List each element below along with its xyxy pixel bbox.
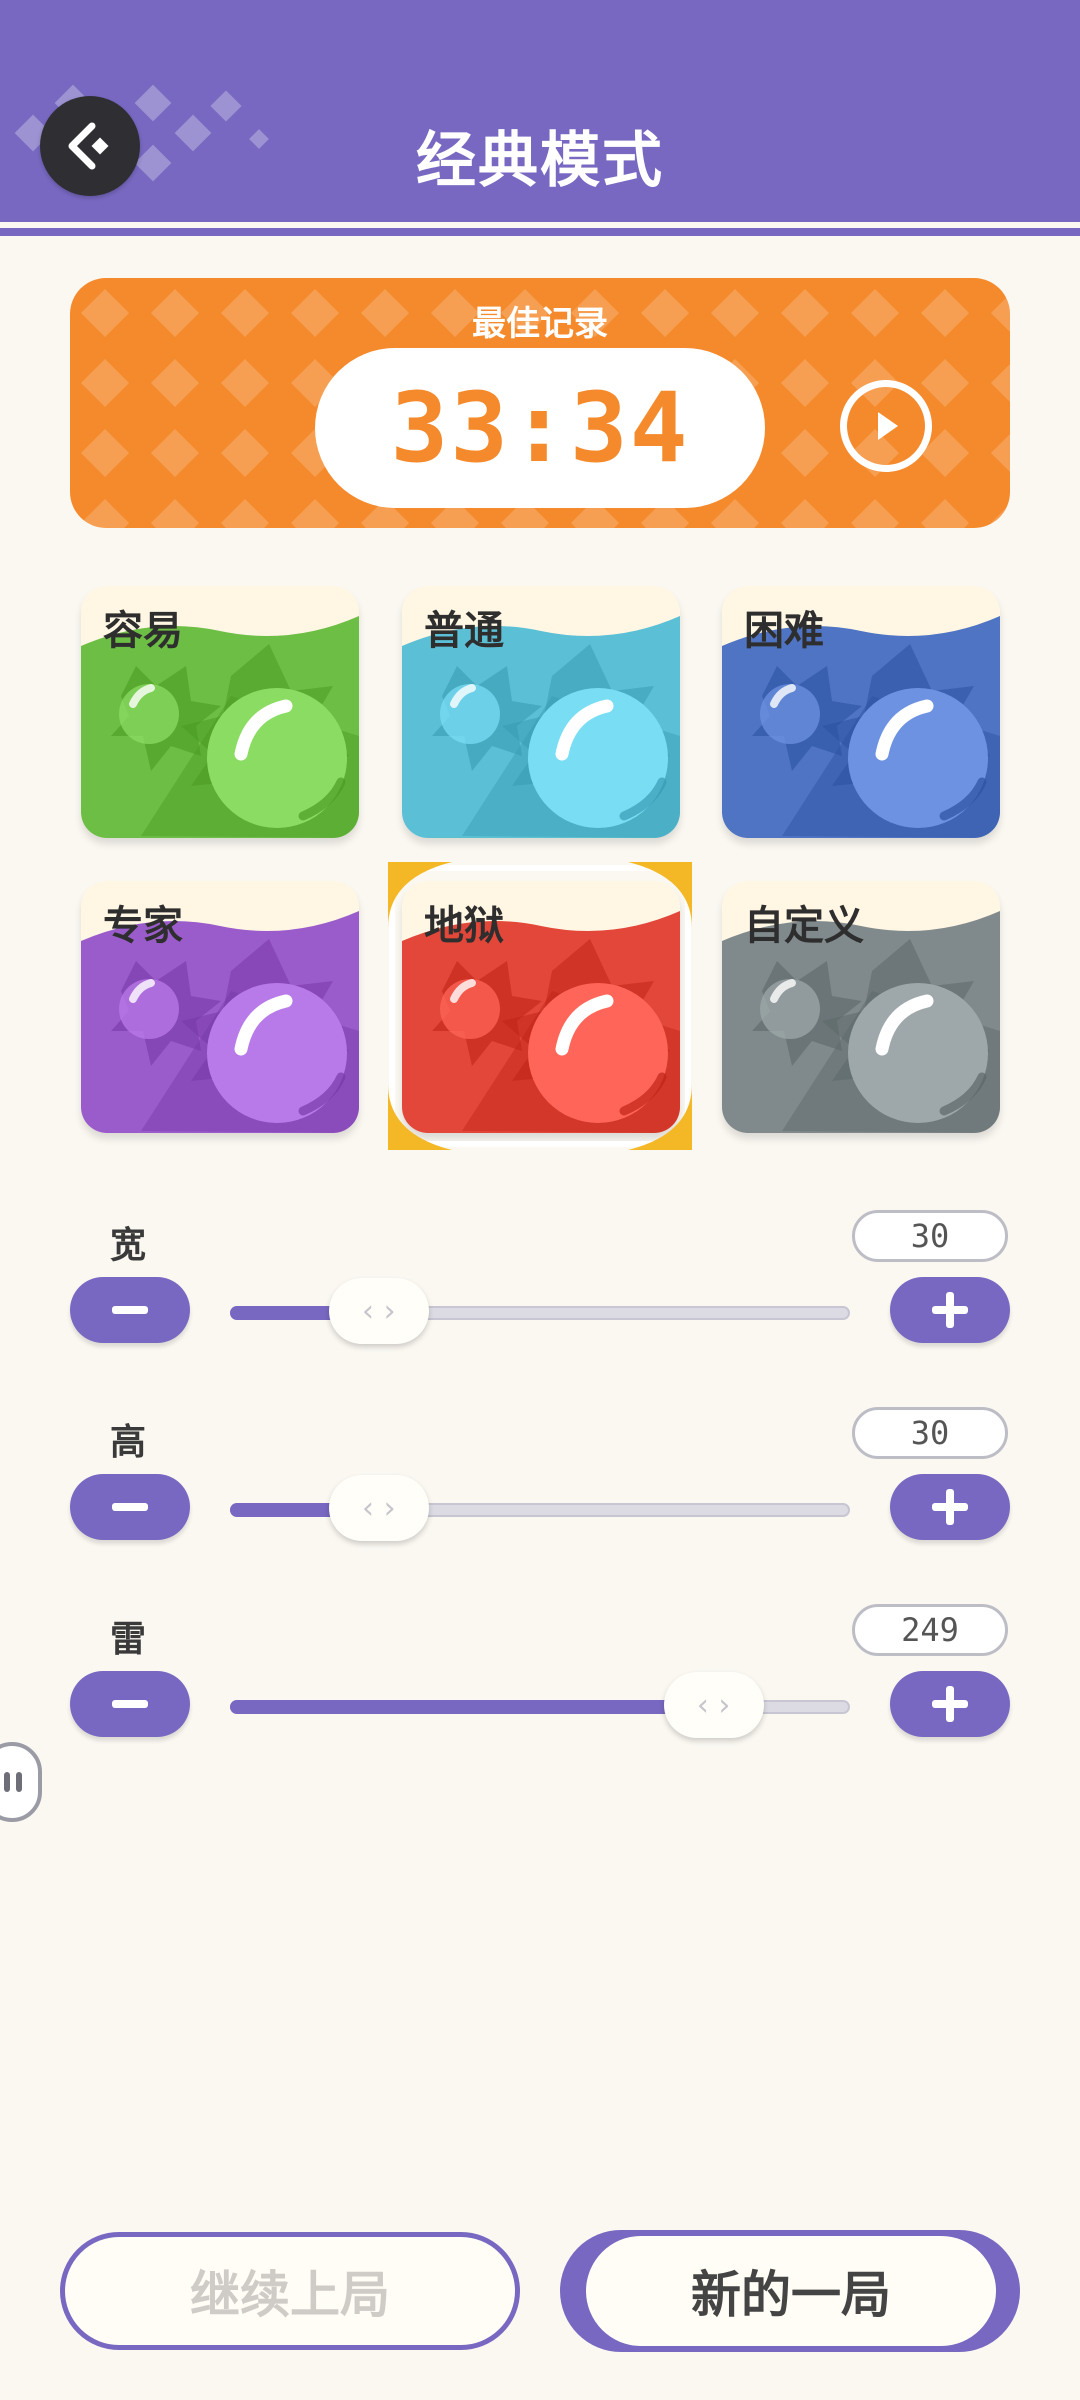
best-record-time: 33:34 (390, 372, 690, 484)
height-minus-button[interactable] (70, 1474, 190, 1540)
difficulty-tile-0[interactable]: 容易 (81, 586, 359, 838)
best-record-label: 最佳记录 (472, 304, 608, 344)
mines-slider-thumb[interactable]: ‹ › (663, 1672, 764, 1738)
mines-value: 249 (852, 1604, 1008, 1656)
mines-minus-button[interactable] (70, 1671, 190, 1737)
minus-icon (112, 1503, 148, 1511)
height-value: 30 (852, 1407, 1008, 1459)
height-plus-button[interactable] (890, 1474, 1010, 1540)
difficulty-tile-1[interactable]: 普通 (402, 586, 680, 838)
slider-arrows-icon: ‹ › (362, 1293, 396, 1329)
difficulty-label: 自定义 (744, 903, 864, 949)
height-slider-thumb[interactable]: ‹ › (328, 1475, 429, 1541)
difficulty-tile-2[interactable]: 困难 (722, 586, 1000, 838)
new-game-button[interactable]: 新的一局 (586, 2236, 996, 2346)
play-circle-icon (878, 412, 898, 440)
width-value: 30 (852, 1210, 1008, 1262)
difficulty-label: 专家 (103, 903, 183, 949)
best-record-card: 最佳记录 33:34 (70, 278, 1010, 528)
slider-arrows-icon: ‹ › (696, 1687, 731, 1723)
mines-plus-button[interactable] (890, 1671, 1010, 1737)
top-bar: 经典模式 (0, 0, 1080, 222)
width-label: 宽 (110, 1225, 147, 1266)
slider-arrows-icon: ‹ › (362, 1490, 396, 1526)
continue-game-button[interactable]: 继续上局 (60, 2232, 520, 2350)
floating-assistant-handle[interactable] (0, 1742, 42, 1822)
selected-frame (388, 862, 692, 1150)
width-slider-thumb[interactable]: ‹ › (328, 1278, 429, 1344)
minus-icon (112, 1306, 148, 1314)
plus-icon (932, 1489, 968, 1525)
plus-icon (932, 1292, 968, 1328)
width-plus-button[interactable] (890, 1277, 1010, 1343)
difficulty-label: 普通 (424, 608, 504, 654)
difficulty-label: 容易 (103, 608, 183, 654)
difficulty-tile-3[interactable]: 专家 (81, 881, 359, 1133)
play-replay-button[interactable] (840, 380, 932, 472)
mines-label: 雷 (110, 1619, 147, 1660)
minus-icon (112, 1700, 148, 1708)
pause-bars-icon (4, 1772, 22, 1792)
width-minus-button[interactable] (70, 1277, 190, 1343)
best-record-time-box: 33:34 (315, 348, 765, 508)
header-underline-gap (0, 222, 1080, 228)
difficulty-label: 困难 (744, 608, 824, 654)
page-title: 经典模式 (416, 126, 664, 196)
plus-icon (932, 1686, 968, 1722)
mines-slider-fill (230, 1700, 714, 1714)
height-label: 高 (110, 1422, 147, 1463)
difficulty-tile-5[interactable]: 自定义 (722, 881, 1000, 1133)
